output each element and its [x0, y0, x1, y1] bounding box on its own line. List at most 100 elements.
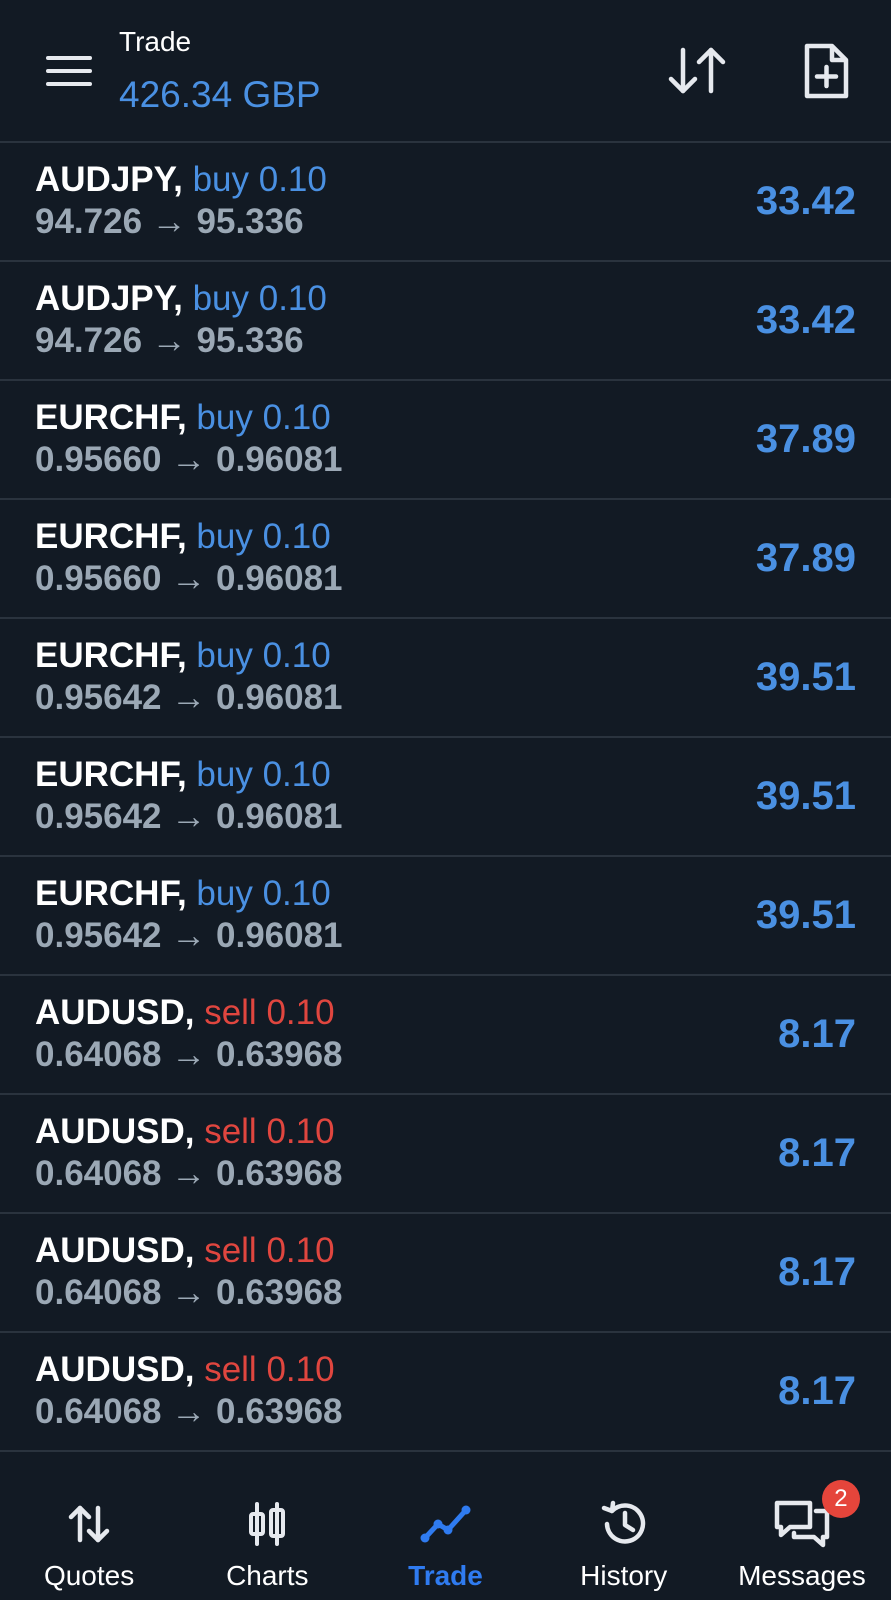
position-symbol: AUDUSD,	[35, 1231, 195, 1270]
nav-history[interactable]: History	[535, 1452, 713, 1600]
position-side: buy	[196, 755, 253, 794]
open-price: 0.64068	[35, 1035, 162, 1074]
nav-messages[interactable]: 2 Messages	[713, 1452, 891, 1600]
position-volume: 0.10	[262, 636, 331, 675]
position-profit: 39.51	[755, 774, 856, 818]
current-price: 0.96081	[216, 440, 343, 479]
position-profit: 8.17	[778, 1131, 856, 1175]
position-prices: 94.726 → 95.336	[35, 320, 304, 362]
current-price: 0.96081	[216, 916, 343, 955]
price-arrow-icon: →	[151, 321, 187, 360]
position-header: EURCHF, buy 0.10	[35, 635, 331, 677]
nav-quotes-label: Quotes	[43, 1560, 135, 1591]
position-profit: 37.89	[755, 417, 856, 461]
position-profit: 37.89	[755, 536, 856, 580]
position-side: buy	[196, 398, 253, 437]
price-arrow-icon: →	[171, 797, 207, 836]
unread-messages-badge: 2	[821, 1480, 860, 1518]
position-side: sell	[204, 1112, 257, 1151]
position-header: AUDUSD, sell 0.10	[35, 992, 335, 1034]
position-symbol: AUDJPY,	[35, 279, 183, 318]
current-price: 0.63968	[216, 1273, 343, 1312]
position-profit: 39.51	[755, 655, 856, 699]
position-volume: 0.10	[262, 398, 331, 437]
position-row[interactable]: EURCHF, buy 0.10 0.95642 → 0.96081 39.51	[0, 857, 891, 976]
new-order-button[interactable]	[796, 40, 856, 102]
position-volume: 0.10	[266, 1231, 335, 1270]
price-arrow-icon: →	[171, 916, 207, 955]
position-row[interactable]: AUDJPY, buy 0.10 94.726 → 95.336 33.42	[0, 143, 891, 262]
account-balance: 426.34 GBP	[119, 74, 321, 115]
position-header: AUDUSD, sell 0.10	[35, 1230, 335, 1272]
price-arrow-icon: →	[171, 559, 207, 598]
position-side: buy	[196, 636, 253, 675]
position-symbol: AUDJPY,	[35, 160, 183, 199]
menu-button[interactable]	[40, 46, 98, 96]
position-prices: 0.95660 → 0.96081	[35, 558, 343, 600]
hamburger-menu-icon	[46, 56, 92, 86]
position-prices: 0.64068 → 0.63968	[35, 1153, 343, 1195]
position-row[interactable]: EURCHF, buy 0.10 0.95642 → 0.96081 39.51	[0, 738, 891, 857]
position-row[interactable]: AUDUSD, sell 0.10 0.64068 → 0.63968 8.17	[0, 1095, 891, 1214]
position-row[interactable]: EURCHF, buy 0.10 0.95660 → 0.96081 37.89	[0, 381, 891, 500]
position-prices: 0.64068 → 0.63968	[35, 1391, 343, 1433]
position-side: buy	[192, 279, 249, 318]
price-arrow-icon: →	[171, 440, 207, 479]
current-price: 0.96081	[216, 559, 343, 598]
nav-quotes[interactable]: Quotes	[0, 1452, 178, 1600]
position-profit: 8.17	[778, 1369, 856, 1413]
position-profit: 8.17	[778, 1250, 856, 1294]
position-prices: 0.95660 → 0.96081	[35, 439, 343, 481]
nav-history-label: History	[580, 1560, 668, 1591]
position-volume: 0.10	[262, 874, 331, 913]
position-header: AUDJPY, buy 0.10	[35, 159, 327, 201]
position-side: buy	[196, 517, 253, 556]
nav-trade-label: Trade	[408, 1560, 483, 1591]
current-price: 0.96081	[216, 678, 343, 717]
page-title: Trade	[119, 26, 192, 57]
position-header: AUDJPY, buy 0.10	[35, 278, 327, 320]
price-arrow-icon: →	[171, 1035, 207, 1074]
open-price: 0.95660	[35, 559, 162, 598]
open-price: 0.95642	[35, 916, 162, 955]
price-arrow-icon: →	[171, 678, 207, 717]
position-row[interactable]: AUDJPY, buy 0.10 94.726 → 95.336 33.42	[0, 262, 891, 381]
top-bar: Trade 426.34 GBP	[0, 0, 891, 143]
position-side: sell	[204, 1350, 257, 1389]
open-price: 94.726	[35, 202, 143, 241]
position-side: sell	[204, 993, 257, 1032]
position-symbol: EURCHF,	[35, 874, 187, 913]
price-arrow-icon: →	[171, 1154, 207, 1193]
sort-arrows-icon	[668, 47, 726, 94]
price-arrow-icon: →	[171, 1273, 207, 1312]
position-row[interactable]: AUDUSD, sell 0.10 0.64068 → 0.63968 8.17	[0, 976, 891, 1095]
current-price: 95.336	[196, 202, 304, 241]
current-price: 0.63968	[216, 1392, 343, 1431]
position-symbol: EURCHF,	[35, 398, 187, 437]
position-side: buy	[196, 874, 253, 913]
current-price: 0.96081	[216, 797, 343, 836]
current-price: 0.63968	[216, 1035, 343, 1074]
position-side: buy	[192, 160, 249, 199]
position-symbol: AUDUSD,	[35, 1350, 195, 1389]
trade-line-icon	[420, 1505, 470, 1543]
bottom-navigation: Quotes Charts Trade History 2 Messages	[0, 1452, 891, 1600]
price-arrow-icon: →	[171, 1392, 207, 1431]
nav-charts[interactable]: Charts	[178, 1452, 356, 1600]
position-row[interactable]: EURCHF, buy 0.10 0.95642 → 0.96081 39.51	[0, 619, 891, 738]
position-prices: 94.726 → 95.336	[35, 201, 304, 243]
position-row[interactable]: AUDUSD, sell 0.10 0.64068 → 0.63968 8.17	[0, 1214, 891, 1333]
position-header: AUDUSD, sell 0.10	[35, 1349, 335, 1391]
position-profit: 33.42	[755, 179, 856, 223]
position-volume: 0.10	[258, 160, 327, 199]
nav-trade[interactable]: Trade	[356, 1452, 534, 1600]
position-row[interactable]: AUDUSD, sell 0.10 0.64068 → 0.63968 8.17	[0, 1333, 891, 1452]
position-row[interactable]: EURCHF, buy 0.10 0.95660 → 0.96081 37.89	[0, 500, 891, 619]
nav-messages-label: Messages	[738, 1560, 866, 1591]
position-symbol: EURCHF,	[35, 755, 187, 794]
current-price: 0.63968	[216, 1154, 343, 1193]
position-prices: 0.95642 → 0.96081	[35, 915, 343, 957]
position-header: AUDUSD, sell 0.10	[35, 1111, 335, 1153]
position-header: EURCHF, buy 0.10	[35, 516, 331, 558]
sort-button[interactable]	[664, 42, 730, 100]
